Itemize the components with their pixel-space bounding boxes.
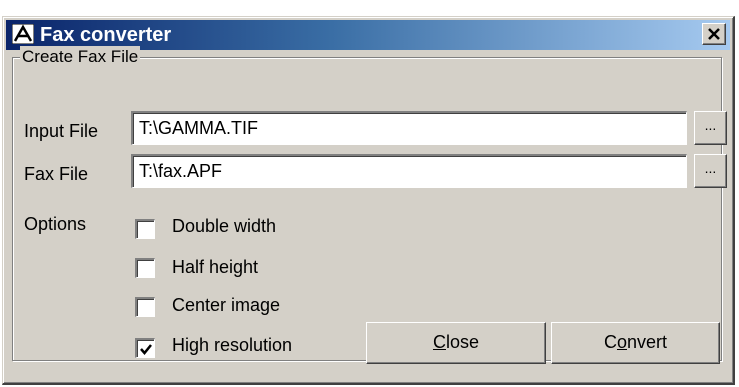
convert-button[interactable]: Convert <box>551 322 720 364</box>
group-legend: Create Fax File <box>20 46 141 68</box>
input-file-field[interactable] <box>139 116 679 140</box>
app-icon <box>11 23 35 45</box>
center-image-checkbox[interactable] <box>135 297 155 317</box>
window-title: Fax converter <box>40 24 172 46</box>
close-mnemonic: C <box>432 332 446 352</box>
input-file-browse-button[interactable]: ... <box>694 111 727 145</box>
high-resolution-checkbox[interactable] <box>135 338 155 358</box>
double-width-checkbox[interactable] <box>135 219 155 239</box>
options-label: Options <box>24 214 87 234</box>
close-rest: lose <box>445 332 480 352</box>
fax-file-field[interactable] <box>139 159 679 183</box>
close-button[interactable]: Close <box>366 322 546 364</box>
convert-pre: C <box>603 332 617 352</box>
close-icon <box>708 28 720 40</box>
convert-mnemonic: o <box>616 332 627 352</box>
close-window-button[interactable] <box>702 23 726 45</box>
create-fax-file-group <box>12 57 722 361</box>
double-width-label[interactable]: Double width <box>172 215 276 237</box>
fax-file-browse-button[interactable]: ... <box>694 154 727 188</box>
input-file-label: Input File <box>24 121 99 141</box>
fax-file-label: Fax File <box>24 164 89 184</box>
high-resolution-label[interactable]: High resolution <box>172 334 292 356</box>
input-file-textbox[interactable] <box>131 111 687 145</box>
center-image-label[interactable]: Center image <box>172 294 280 316</box>
convert-rest: nvert <box>626 332 668 352</box>
fax-file-textbox[interactable] <box>131 154 687 188</box>
checkmark-icon <box>140 344 152 355</box>
half-height-checkbox[interactable] <box>135 258 155 278</box>
half-height-label[interactable]: Half height <box>172 256 258 278</box>
